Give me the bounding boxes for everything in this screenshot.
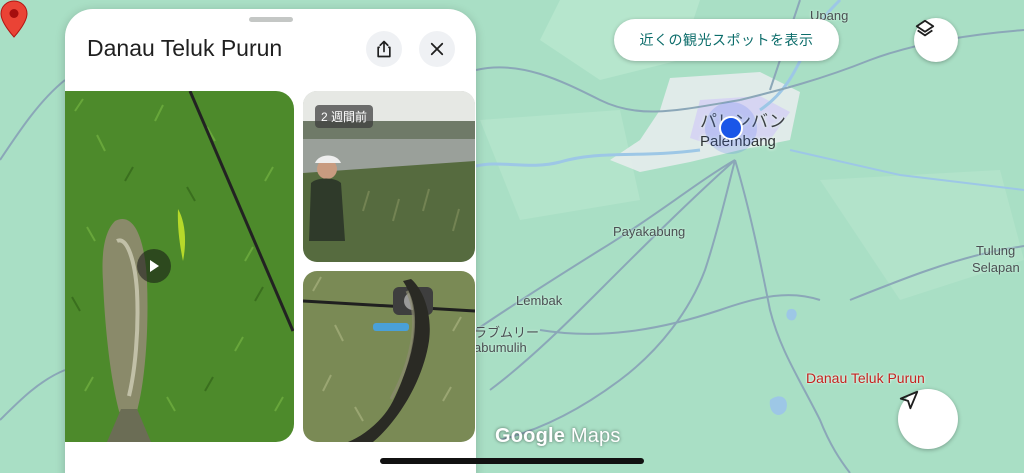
photo-snakehead-fish-grass bbox=[65, 91, 294, 442]
maps-logo-text: Maps bbox=[570, 425, 621, 447]
play-button[interactable] bbox=[137, 249, 171, 283]
google-logo-text: Google bbox=[495, 425, 566, 447]
map-label-tulung: Tulung bbox=[976, 243, 1016, 258]
play-icon bbox=[150, 260, 159, 272]
map-pin-label[interactable]: Danau Teluk Purun bbox=[806, 370, 925, 386]
share-icon bbox=[377, 40, 391, 58]
nearby-attractions-chip[interactable]: 近くの観光スポットを表示 bbox=[614, 19, 839, 61]
photo-fish-reel[interactable] bbox=[303, 271, 475, 442]
share-button[interactable] bbox=[366, 31, 402, 67]
map-label-payakabung: Payakabung bbox=[613, 224, 686, 239]
drag-handle[interactable] bbox=[249, 17, 293, 22]
map-label-selapan: Selapan bbox=[972, 260, 1020, 275]
close-icon bbox=[430, 42, 444, 56]
place-title: Danau Teluk Purun bbox=[87, 35, 283, 61]
photo-recent[interactable]: 2 週間前 bbox=[303, 91, 475, 262]
photo-fish-and-reel bbox=[303, 271, 475, 442]
navigation-button[interactable] bbox=[898, 389, 958, 449]
close-button[interactable] bbox=[419, 31, 455, 67]
map-label-prabumulih-jp: ラブムリー bbox=[474, 325, 540, 340]
google-maps-logo: Google Maps bbox=[495, 425, 621, 448]
home-indicator[interactable] bbox=[380, 458, 644, 464]
place-bottom-sheet: Danau Teluk Purun 2 週間前 bbox=[65, 9, 476, 473]
recent-time-badge: 2 週間前 bbox=[315, 105, 374, 128]
map-pin-icon[interactable] bbox=[0, 0, 28, 38]
layers-icon bbox=[915, 19, 935, 37]
map-label-lembak: Lembak bbox=[516, 293, 563, 308]
navigation-arrow-icon bbox=[899, 390, 919, 410]
map-label-prabumulih: abumulih bbox=[474, 340, 527, 355]
layers-button[interactable] bbox=[914, 18, 958, 62]
photo-main-video[interactable] bbox=[65, 91, 294, 442]
current-location-dot bbox=[719, 116, 743, 140]
